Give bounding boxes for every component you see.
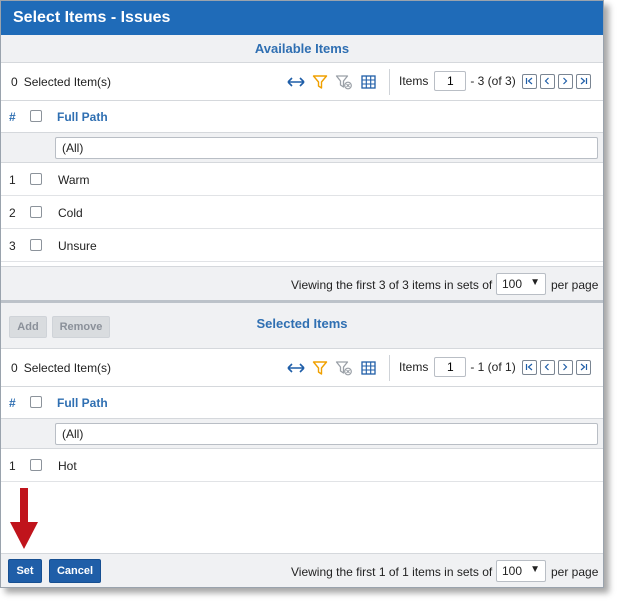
selected-pager: Items - 1 (of 1) <box>399 357 594 377</box>
cancel-button[interactable]: Cancel <box>49 559 101 583</box>
next-page-button[interactable] <box>557 359 573 375</box>
selected-footer: Set Cancel Viewing the first 1 of 1 item… <box>1 553 603 587</box>
filter-icon[interactable] <box>311 73 329 91</box>
full-path-filter-input[interactable] <box>55 137 598 159</box>
dropdown-arrow-icon: ▼ <box>530 564 540 575</box>
previous-page-button[interactable] <box>539 359 555 375</box>
filter-icon[interactable] <box>311 359 329 377</box>
row-checkbox[interactable] <box>30 459 42 471</box>
last-page-icon <box>580 363 587 371</box>
available-filter-row <box>1 133 603 163</box>
pager-range: - 3 (of 3) <box>470 74 516 88</box>
row-index: 1 <box>9 459 16 473</box>
add-button[interactable]: Add <box>9 316 47 338</box>
horizontal-resize-icon[interactable] <box>287 359 305 377</box>
first-page-icon <box>525 363 533 371</box>
page-number-input[interactable] <box>434 71 467 91</box>
available-grid-header: # Full Path <box>1 101 603 133</box>
available-footer: Viewing the first 3 of 3 items in sets o… <box>1 266 603 300</box>
available-selected-number: 0 <box>11 75 18 89</box>
table-row[interactable]: 3 Unsure <box>1 229 603 262</box>
selected-selected-label: Selected Item(s) <box>23 361 112 375</box>
row-index: 3 <box>9 239 16 253</box>
select-items-dialog: Select Items - Issues Available Items 0S… <box>0 0 604 588</box>
selected-tool-icons <box>287 359 383 377</box>
available-selected-label: Selected Item(s) <box>23 75 112 89</box>
row-value: Warm <box>58 173 90 187</box>
next-page-icon <box>563 77 568 85</box>
table-row[interactable]: 1 Warm <box>1 163 603 196</box>
pager-items-label: Items <box>399 360 429 374</box>
page-size-value: 100 <box>502 564 523 578</box>
last-page-icon <box>580 77 587 85</box>
dropdown-arrow-icon: ▼ <box>530 277 540 288</box>
per-page-label: per page <box>551 565 599 579</box>
row-checkbox[interactable] <box>30 206 42 218</box>
pager-range: - 1 (of 1) <box>470 360 516 374</box>
clear-filter-icon[interactable] <box>335 359 353 377</box>
select-all-checkbox[interactable] <box>30 110 42 122</box>
page-size-select[interactable]: 100 ▼ <box>496 273 546 295</box>
available-items-header: Available Items <box>1 35 603 63</box>
row-value: Unsure <box>58 239 97 253</box>
first-page-button[interactable] <box>521 73 537 89</box>
page-size-select[interactable]: 100 ▼ <box>496 560 546 582</box>
toolbar-separator <box>389 355 390 381</box>
last-page-button[interactable] <box>575 359 591 375</box>
row-index: 2 <box>9 206 16 220</box>
available-tool-icons <box>287 73 383 91</box>
pager-items-label: Items <box>399 74 429 88</box>
first-page-icon <box>525 77 533 85</box>
row-value: Hot <box>58 459 77 473</box>
remove-button[interactable]: Remove <box>52 316 110 338</box>
viewing-summary: Viewing the first 3 of 3 items in sets o… <box>291 278 493 292</box>
full-path-column-header[interactable]: Full Path <box>57 396 108 410</box>
toolbar-separator <box>389 69 390 95</box>
column-chooser-icon[interactable] <box>359 359 377 377</box>
first-page-button[interactable] <box>521 359 537 375</box>
row-value: Cold <box>58 206 83 220</box>
row-checkbox[interactable] <box>30 239 42 251</box>
full-path-column-header[interactable]: Full Path <box>57 110 108 124</box>
available-selected-count: 0 Selected Item(s) <box>11 75 111 89</box>
row-index: 1 <box>9 173 16 187</box>
selected-selected-number: 0 <box>11 361 18 375</box>
row-checkbox[interactable] <box>30 173 42 185</box>
page-number-input[interactable] <box>434 357 467 377</box>
index-column-header: # <box>9 110 16 124</box>
selected-items-title: Selected Items <box>256 316 348 331</box>
column-chooser-icon[interactable] <box>359 73 377 91</box>
previous-page-icon <box>544 77 550 85</box>
index-column-header: # <box>9 396 16 410</box>
clear-filter-icon[interactable] <box>335 73 353 91</box>
page-size-value: 100 <box>502 277 523 291</box>
next-page-icon <box>563 363 568 371</box>
selected-filter-row <box>1 419 603 449</box>
selected-grid-header: # Full Path <box>1 387 603 419</box>
table-row[interactable]: 2 Cold <box>1 196 603 229</box>
next-page-button[interactable] <box>557 73 573 89</box>
per-page-label: per page <box>551 278 599 292</box>
select-all-checkbox[interactable] <box>30 396 42 408</box>
horizontal-resize-icon[interactable] <box>287 73 305 91</box>
last-page-button[interactable] <box>575 73 591 89</box>
table-row[interactable]: 1 Hot <box>1 449 603 482</box>
available-toolbar: 0 Selected Item(s) Items - 3 (of 3) <box>1 63 603 101</box>
available-pager: Items - 3 (of 3) <box>399 71 594 91</box>
previous-page-icon <box>544 363 550 371</box>
selected-toolbar: 0 Selected Item(s) Items - 1 (of 1) <box>1 349 603 387</box>
down-arrow-annotation-icon <box>10 488 38 549</box>
full-path-filter-input[interactable] <box>55 423 598 445</box>
dialog-title: Select Items - Issues <box>1 1 603 35</box>
viewing-summary: Viewing the first 1 of 1 items in sets o… <box>291 565 493 579</box>
set-button[interactable]: Set <box>8 559 42 583</box>
selected-selected-count: 0 Selected Item(s) <box>11 361 111 375</box>
previous-page-button[interactable] <box>539 73 555 89</box>
